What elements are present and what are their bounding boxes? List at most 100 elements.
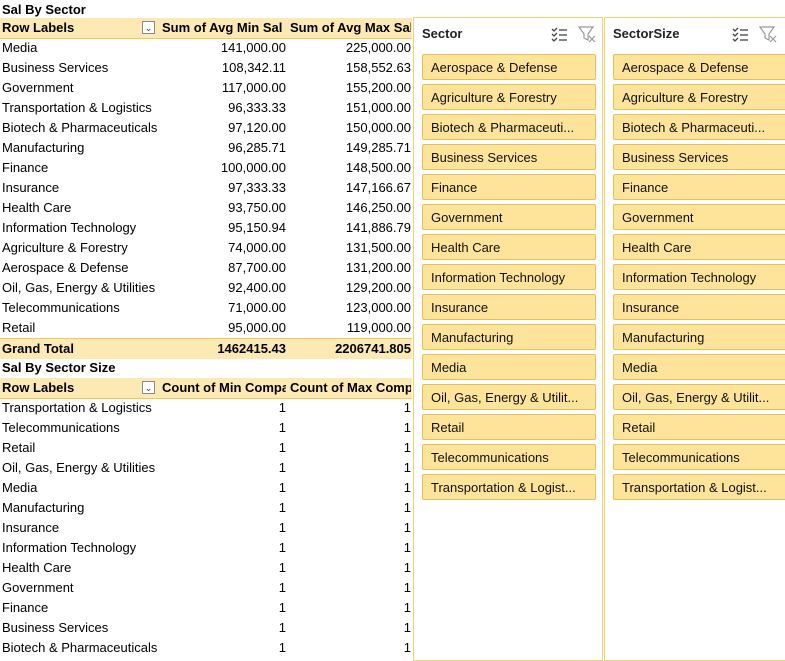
pivot2-table-row[interactable]: Finance 1 1 (0, 598, 412, 618)
pivot2-count-min-header: Count of Min Compa (162, 380, 286, 395)
slicer-item-button[interactable]: Media (613, 354, 785, 380)
pivot1-cell: 93,750.00 (228, 200, 286, 215)
pivot2-cell: 1 (403, 480, 411, 495)
pivot2-cell: Retail (2, 440, 36, 455)
slicer-item-button[interactable]: Retail (613, 414, 785, 440)
pivot1-cell: 129,200.00 (345, 280, 411, 295)
slicer-item-button[interactable]: Oil, Gas, Energy & Utilit... (422, 384, 596, 410)
pivot1-table-row[interactable]: Health Care 93,750.00 146,250.00 (0, 198, 412, 218)
slicer-item-button[interactable]: Insurance (422, 294, 596, 320)
pivot2-table-row[interactable]: Manufacturing 1 1 (0, 498, 412, 518)
pivot1-cell: 123,000.00 (345, 300, 411, 315)
slicer-item-button[interactable]: Manufacturing (613, 324, 785, 350)
pivot1-table-row[interactable]: Government 117,000.00 155,200.00 (0, 78, 412, 98)
grand-total-cell: 2206741.805 (335, 341, 411, 356)
pivot2-header-row: Row Labels ⌄ Count of Min Compa Count of… (0, 378, 412, 399)
pivot2-title-row: Sal By Sector Size (0, 358, 412, 378)
pivot1-table-row[interactable]: Agriculture & Forestry 74,000.00 131,500.0… (0, 238, 412, 258)
pivot1-table-row[interactable]: Oil, Gas, Energy & Utilities 92,400.00 129… (0, 278, 412, 298)
dropdown-filter-icon[interactable]: ⌄ (142, 381, 155, 394)
pivot1-table-row[interactable]: Biotech & Pharmaceuticals 97,120.00 150,00… (0, 118, 412, 138)
pivot1-title-row: Sal By Sector (0, 0, 412, 20)
slicer-item-button[interactable]: Government (422, 204, 596, 230)
pivot2-table-row[interactable]: Biotech & Pharmaceuticals 1 1 (0, 638, 412, 658)
pivot2-cell: 1 (278, 400, 286, 415)
slicer-item-button[interactable]: Information Technology (613, 264, 785, 290)
pivot2-cell: 1 (278, 560, 286, 575)
slicer-item-button[interactable]: Telecommunications (422, 444, 596, 470)
pivot2-table-row[interactable]: Oil, Gas, Energy & Utilities 1 1 (0, 458, 412, 478)
clear-filter-icon[interactable] (759, 25, 777, 43)
pivot1-cell: Information Technology (2, 220, 137, 235)
pivot1-cell: Health Care (2, 200, 72, 215)
slicer-item-button[interactable]: Transportation & Logist... (613, 474, 785, 500)
pivot2-cell: 1 (403, 440, 411, 455)
slicer-item-button[interactable]: Transportation & Logist... (422, 474, 596, 500)
slicer-item-button[interactable]: Agriculture & Forestry (422, 84, 596, 110)
slicer-item-button[interactable]: Business Services (422, 144, 596, 170)
pivot1-cell: 147,166.67 (345, 180, 411, 195)
slicer-item-button[interactable]: Health Care (422, 234, 596, 260)
pivot1-table-row[interactable]: Manufacturing 96,285.71 149,285.71 (0, 138, 412, 158)
pivot1-table-row[interactable]: Business Services 108,342.11 158,552.63 (0, 58, 412, 78)
slicer-item-button[interactable]: Telecommunications (613, 444, 785, 470)
pivot2-table-row[interactable]: Media 1 1 (0, 478, 412, 498)
pivot1-cell: 95,150.94 (228, 220, 286, 235)
pivot2-cell: 1 (278, 600, 286, 615)
slicer-item-button[interactable]: Retail (422, 414, 596, 440)
pivot2-title: Sal By Sector Size (2, 360, 116, 375)
pivot2-cell: 1 (278, 420, 286, 435)
pivot2-table-row[interactable]: Health Care 1 1 (0, 558, 412, 578)
pivot1-cell: 117,000.00 (221, 80, 286, 95)
pivot2-table-row[interactable]: Transportation & Logistics 1 1 (0, 398, 412, 418)
slicer-item-button[interactable]: Business Services (613, 144, 785, 170)
clear-filter-icon[interactable] (578, 25, 596, 43)
pivot1-table-row[interactable]: Transportation & Logistics 96,333.33 151,0… (0, 98, 412, 118)
slicer-item-button[interactable]: Media (422, 354, 596, 380)
slicer-item-button[interactable]: Aerospace & Defense (422, 54, 596, 80)
pivot2-table-row[interactable]: Insurance 1 1 (0, 518, 412, 538)
slicer-item-button[interactable]: Finance (422, 174, 596, 200)
pivot2-cell: 1 (278, 440, 286, 455)
pivot1-cell: 119,000.00 (346, 320, 411, 335)
pivot2-cell: Information Technology (2, 540, 137, 555)
multi-select-icon[interactable] (731, 25, 749, 43)
pivot1-table-row[interactable]: Information Technology 95,150.94 141,886.7… (0, 218, 412, 238)
multi-select-icon[interactable] (550, 25, 568, 43)
slicer-item-button[interactable]: Information Technology (422, 264, 596, 290)
pivot2-table-row[interactable]: Telecommunications 1 1 (0, 418, 412, 438)
pivot1-cell: 141,886.79 (345, 220, 411, 235)
slicer-item-button[interactable]: Oil, Gas, Energy & Utilit... (613, 384, 785, 410)
slicer-item-button[interactable]: Health Care (613, 234, 785, 260)
slicer-item-button[interactable]: Finance (613, 174, 785, 200)
dropdown-filter-icon[interactable]: ⌄ (142, 21, 155, 34)
pivot1-min-sal-header: Sum of Avg Min Sal (162, 20, 283, 35)
pivot1-table-row[interactable]: Media 141,000.00 225,000.00 (0, 38, 412, 58)
pivot2-cell: 1 (278, 580, 286, 595)
pivot2-cell: Finance (2, 600, 49, 615)
pivot2-table-row[interactable]: Retail 1 1 (0, 438, 412, 458)
pivot2-table-row[interactable]: Business Services 1 1 (0, 618, 412, 638)
slicer-item-button[interactable]: Manufacturing (422, 324, 596, 350)
pivot1-table-row[interactable]: Telecommunications 71,000.00 123,000.00 (0, 298, 412, 318)
pivot2-cell: Government (2, 580, 74, 595)
pivot1-table-row[interactable]: Insurance 97,333.33 147,166.67 (0, 178, 412, 198)
pivot2-table-row[interactable]: Information Technology 1 1 (0, 538, 412, 558)
pivot1-table-row[interactable]: Aerospace & Defense 87,700.00 131,200.00 (0, 258, 412, 278)
pivot2-row-labels-header: Row Labels (2, 380, 75, 395)
slicer-item-button[interactable]: Government (613, 204, 785, 230)
slicer-item-button[interactable]: Biotech & Pharmaceuti... (613, 114, 785, 140)
pivot1-cell: Government (2, 80, 74, 95)
pivot2-table-row[interactable]: Government 1 1 (0, 578, 412, 598)
slicer-item-button[interactable]: Aerospace & Defense (613, 54, 785, 80)
pivot1-table-row[interactable]: Retail 95,000.00 119,000.00 (0, 318, 412, 338)
pivot2-cell: Oil, Gas, Energy & Utilities (2, 460, 156, 475)
slicer-item-button[interactable]: Agriculture & Forestry (613, 84, 785, 110)
pivot1-table-row[interactable]: Finance 100,000.00 148,500.00 (0, 158, 412, 178)
slicer-sector: Sector Aerospace & Defense Agriculture & … (413, 17, 603, 661)
slicer-item-button[interactable]: Biotech & Pharmaceuti... (422, 114, 596, 140)
pivot2-cell: 1 (403, 400, 411, 415)
slicer-item-button[interactable]: Insurance (613, 294, 785, 320)
pivot1-cell: Media (2, 40, 38, 55)
pivot1-cell: Biotech & Pharmaceuticals (2, 120, 158, 135)
